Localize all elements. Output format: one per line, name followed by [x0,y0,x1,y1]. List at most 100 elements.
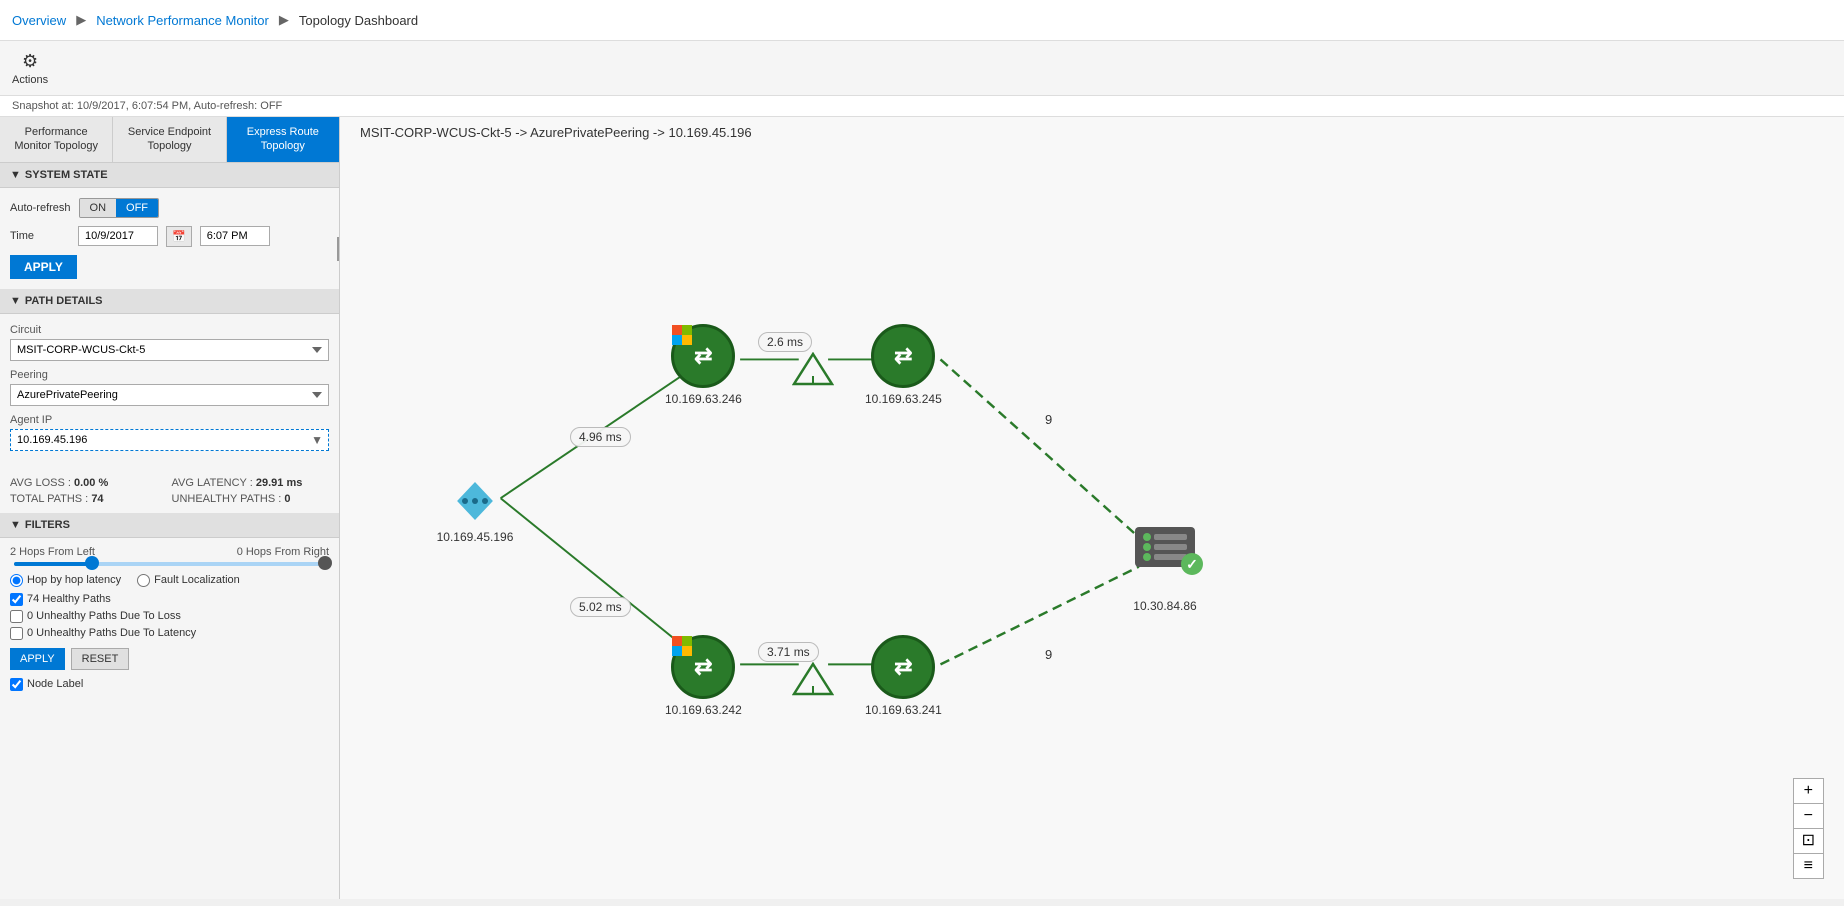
apply-time-button[interactable]: APPLY [10,255,77,279]
auto-refresh-toggle[interactable]: ON OFF [79,198,160,218]
node-label-n4: 10.169.63.241 [865,703,942,717]
system-state-header[interactable]: ▼ SYSTEM STATE [0,163,339,188]
topology-canvas: MSIT-CORP-WCUS-Ckt-5 -> AzurePrivatePeer… [340,117,1844,899]
breadcrumb-sep-2: ▶ [279,12,289,28]
checkbox-healthy-paths[interactable]: 74 Healthy Paths [10,593,329,606]
zoom-controls: + − ⊡ ≡ [1793,778,1824,879]
circuit-label: Circuit [10,324,329,336]
path-details-content: Circuit MSIT-CORP-WCUS-Ckt-5 Peering Azu… [0,314,339,469]
avg-latency-value: 29.91 ms [256,477,302,489]
breadcrumb-sep-1: ▶ [76,12,86,28]
filter-buttons: APPLY RESET [10,648,329,670]
router-triangle-top[interactable] [792,352,834,389]
path-header: MSIT-CORP-WCUS-Ckt-5 -> AzurePrivatePeer… [360,125,752,140]
swap-icon-n2: ⇄ [894,343,912,369]
breadcrumb-current: Topology Dashboard [299,13,418,28]
circuit-select[interactable]: MSIT-CORP-WCUS-Ckt-5 [10,339,329,361]
checkbox-latency-paths[interactable]: 0 Unhealthy Paths Due To Latency [10,627,329,640]
node-circle-n1: ⇄ [671,324,735,388]
node-n1[interactable]: ⇄ 10.169.63.246 [665,324,742,406]
total-paths-label: TOTAL PATHS : [10,493,88,505]
hops-slider[interactable] [14,562,325,566]
node-n4[interactable]: ⇄ 10.169.63.241 [865,635,942,717]
zoom-in-button[interactable]: + [1794,779,1823,804]
router-triangle-bottom[interactable] [792,662,834,699]
agent-ip-label-node: 10.169.45.196 [437,530,514,544]
total-paths-value: 74 [91,493,103,505]
agent-ip-label: Agent IP [10,414,329,426]
snapshot-bar: Snapshot at: 10/9/2017, 6:07:54 PM, Auto… [0,96,1844,117]
node-circle-n2: ⇄ [871,324,935,388]
tab-express-route[interactable]: Express Route Topology [227,117,339,162]
time-input[interactable] [200,226,270,246]
filters-label: FILTERS [25,519,70,531]
filter-reset-button[interactable]: RESET [71,648,130,670]
auto-refresh-label: Auto-refresh [10,202,71,214]
date-input[interactable] [78,226,158,246]
server-node[interactable]: ✓ 10.30.84.86 [1135,527,1195,567]
zoom-fit-button[interactable]: ⊡ [1794,829,1823,854]
breadcrumb-overview[interactable]: Overview [12,13,66,28]
peering-label: Peering [10,369,329,381]
avg-loss-label: AVG LOSS : [10,477,71,489]
snapshot-text: Snapshot at: 10/9/2017, 6:07:54 PM, Auto… [12,100,282,112]
tab-service-endpoint[interactable]: Service Endpoint Topology [113,117,226,162]
zoom-out-button[interactable]: − [1794,804,1823,829]
node-n3[interactable]: ⇄ 10.169.63.242 [665,635,742,717]
node-label-n1: 10.169.63.246 [665,392,742,406]
system-state-label: SYSTEM STATE [25,169,108,181]
unhealthy-paths-label: UNHEALTHY PATHS : [172,493,282,505]
latency-value-bottom: 5.02 ms [570,597,631,617]
ms-badge-n3 [672,636,692,656]
swap-icon-n4: ⇄ [894,654,912,680]
radio-hop-latency[interactable]: Hop by hop latency [10,574,121,587]
latency-badge-bottom: 5.02 ms [570,597,631,617]
node-label-n3: 10.169.63.242 [665,703,742,717]
ms-badge-n1 [672,325,692,345]
node-circle-n4: ⇄ [871,635,935,699]
hops-left-label: 2 Hops From Left [10,546,95,558]
node-n2[interactable]: ⇄ 10.169.63.245 [865,324,942,406]
tab-performance-monitor[interactable]: Performance Monitor Topology [0,117,113,162]
hop-count-top: 9 [1045,412,1052,427]
filters-header[interactable]: ▼ FILTERS [0,513,339,538]
filter-apply-button[interactable]: APPLY [10,648,65,670]
node-circle-n3: ⇄ [671,635,735,699]
avg-latency-label: AVG LATENCY : [172,477,253,489]
avg-loss-value: 0.00 % [74,477,108,489]
router-triangle-icon-top [792,352,834,386]
breadcrumb-npm[interactable]: Network Performance Monitor [96,13,269,28]
toggle-on[interactable]: ON [80,199,117,217]
actions-button[interactable]: ⚙ Actions [12,51,48,86]
peering-select[interactable]: AzurePrivatePeering [10,384,329,406]
swap-icon-n3: ⇄ [694,654,712,680]
actions-label: Actions [12,74,48,86]
filters-content: 2 Hops From Left 0 Hops From Right Hop b… [0,538,339,699]
latency-badge-mid-top: 2.6 ms [758,332,812,352]
stats-grid: AVG LOSS : 0.00 % AVG LATENCY : 29.91 ms… [0,477,339,505]
latency-badge-mid-bottom: 3.71 ms [758,642,819,662]
checkbox-loss-paths[interactable]: 0 Unhealthy Paths Due To Loss [10,610,329,623]
router-triangle-icon-bottom [792,662,834,696]
main-layout: ◀ Performance Monitor Topology Service E… [0,117,1844,899]
agent-ip-input[interactable] [10,429,329,451]
radio-fault-localization[interactable]: Fault Localization [137,574,240,587]
chevron-down-icon-2: ▼ [10,295,21,307]
chevron-down-icon: ▼ [10,169,21,181]
latency-badge-top: 4.96 ms [570,427,631,447]
toggle-off[interactable]: OFF [116,199,158,217]
toolbar: ⚙ Actions [0,41,1844,96]
node-label-checkbox[interactable]: Node Label [10,678,329,691]
agent-node[interactable]: 10.169.45.196 [447,482,503,520]
node-label-n2: 10.169.63.245 [865,392,942,406]
zoom-menu-button[interactable]: ≡ [1794,854,1823,878]
time-label: Time [10,230,70,242]
connections-svg [340,117,1844,899]
latency-value-mid-top: 2.6 ms [758,332,812,352]
path-details-header[interactable]: ▼ PATH DETAILS [0,289,339,314]
server-check-icon: ✓ [1181,553,1203,575]
hops-right-label: 0 Hops From Right [237,546,329,558]
calendar-button[interactable]: 📅 [166,226,192,247]
sidebar: ◀ Performance Monitor Topology Service E… [0,117,340,899]
breadcrumb-bar: Overview ▶ Network Performance Monitor ▶… [0,0,1844,41]
